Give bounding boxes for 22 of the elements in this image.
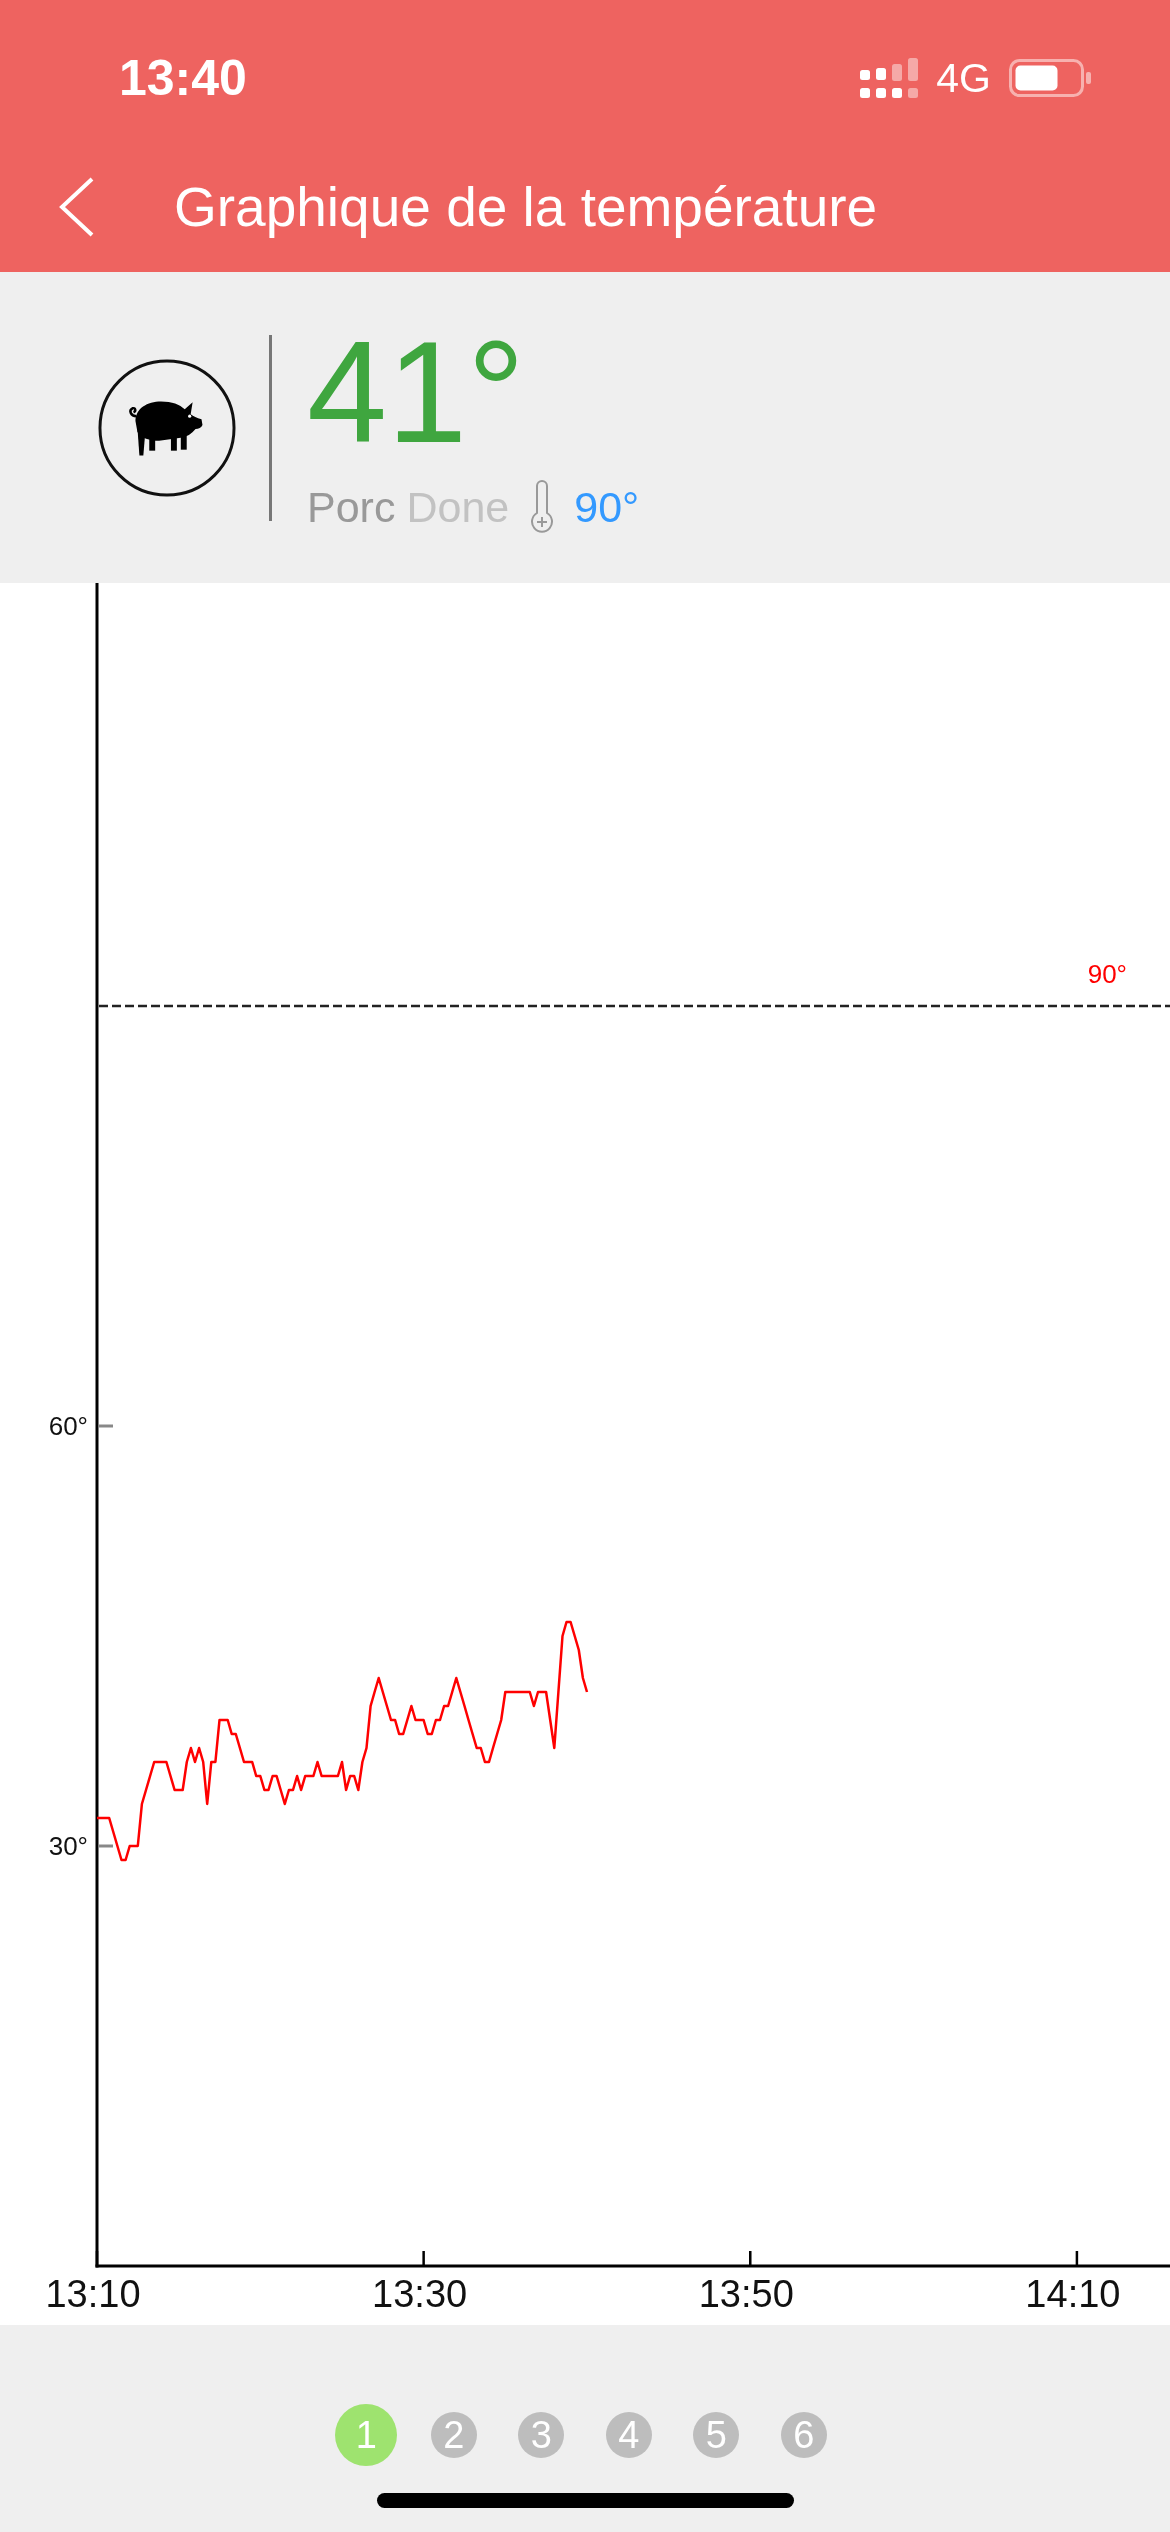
meat-type-label: Porc — [307, 485, 396, 529]
tick-label: 13:50 — [698, 2273, 794, 2315]
tick-label: 60° — [48, 1411, 88, 1441]
network-label: 4G — [936, 57, 991, 99]
tick-label: 30° — [48, 1831, 88, 1861]
target-temperature: 90° — [574, 485, 640, 529]
tick-label: 13:30 — [372, 2273, 468, 2315]
page-dot[interactable]: 1 — [335, 2404, 398, 2466]
tick-label: 14:10 — [1025, 2273, 1121, 2315]
page-dot[interactable]: 6 — [780, 2412, 827, 2458]
status-time: 13:40 — [119, 53, 247, 103]
target-label: 90° — [1087, 959, 1127, 989]
signal-icon — [860, 58, 919, 98]
page-dot[interactable]: 3 — [518, 2412, 565, 2458]
tick-label: 13:10 — [45, 2273, 141, 2315]
page-dot[interactable]: 5 — [693, 2412, 740, 2458]
battery-icon — [1009, 59, 1091, 97]
current-temperature: 41° — [307, 321, 526, 465]
pig-icon — [98, 358, 236, 497]
thermometer-icon — [530, 480, 555, 534]
page-dot[interactable]: 4 — [605, 2412, 652, 2458]
page-dot[interactable]: 2 — [430, 2412, 477, 2458]
